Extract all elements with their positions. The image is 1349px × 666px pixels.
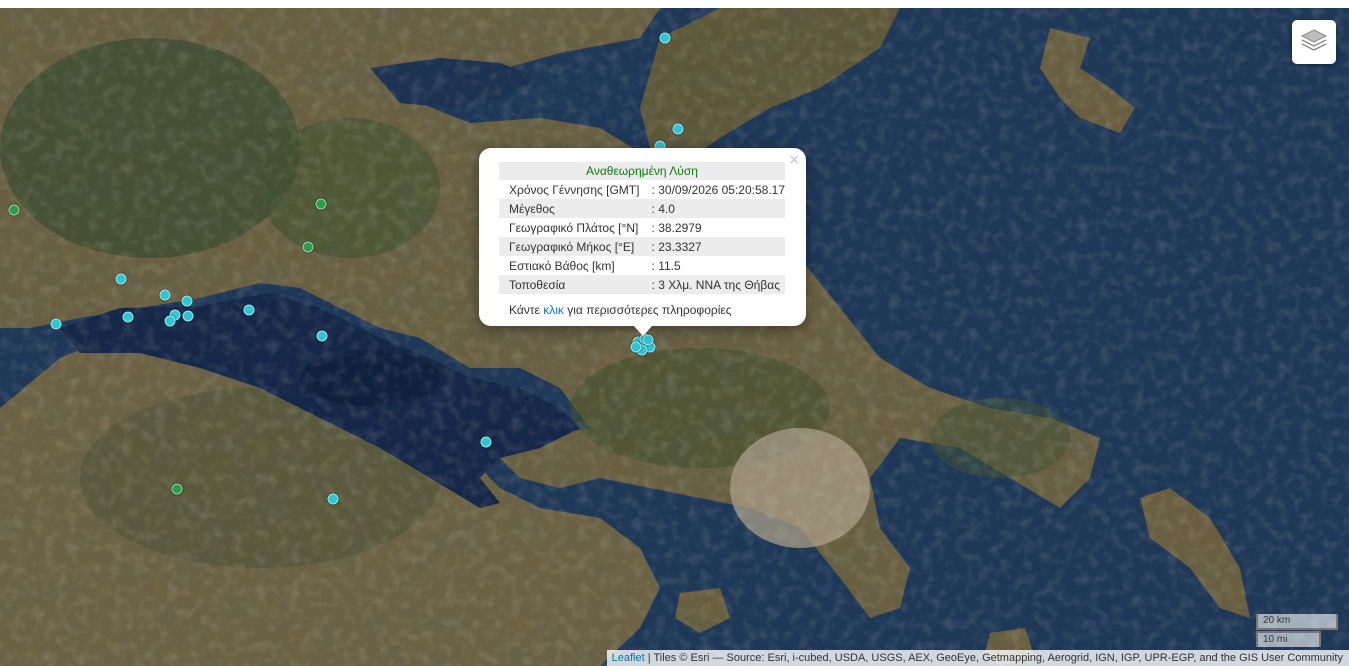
detail-label: Χρόνος Γέννησης [GMT]	[509, 182, 640, 197]
detail-value: : 4.0	[641, 199, 785, 218]
earthquake-marker[interactable]	[316, 330, 328, 342]
detail-row: Χρόνος Γέννησης [GMT] : 30/09/2026 05:20:…	[499, 180, 785, 199]
earthquake-marker[interactable]	[659, 32, 671, 44]
event-details-table: Χρόνος Γέννησης [GMT] : 30/09/2026 05:20:…	[499, 180, 785, 294]
detail-value: : 30/09/2026 05:20:58.17	[651, 182, 785, 197]
earthquake-marker[interactable]	[50, 318, 62, 330]
earthquake-marker[interactable]	[672, 123, 684, 135]
detail-value: : 3 Χλμ. ΝΝΑ της Θήβας	[641, 275, 785, 294]
earthquake-marker[interactable]	[159, 289, 171, 301]
detail-label: Γεωγραφικό Μήκος [°E]	[499, 237, 642, 256]
detail-row: Μέγεθος: 4.0	[499, 199, 785, 218]
earthquake-marker[interactable]	[315, 198, 327, 210]
earthquake-marker[interactable]	[115, 273, 127, 285]
earthquake-marker[interactable]	[8, 204, 20, 216]
earthquake-marker[interactable]	[243, 304, 255, 316]
earthquake-marker[interactable]	[181, 295, 193, 307]
earthquake-marker[interactable]	[327, 493, 339, 505]
popup-close-button[interactable]: ×	[788, 152, 800, 168]
detail-row: Γεωγραφικό Πλάτος [°N] : 38.2979	[499, 218, 785, 237]
detail-label: Γεωγραφικό Πλάτος [°N]	[509, 220, 639, 235]
detail-label: Μέγεθος	[499, 199, 642, 218]
earthquake-marker[interactable]	[630, 341, 642, 353]
satellite-basemap	[0, 8, 1349, 666]
detail-row: Εστιακό Βάθος [km] : 11.5	[499, 256, 785, 275]
leaflet-link[interactable]: Leaflet	[612, 652, 645, 664]
more-info-link[interactable]: κλικ	[543, 303, 564, 317]
detail-row: Γεωγραφικό Μήκος [°E]: 23.3327	[499, 237, 785, 256]
earthquake-marker[interactable]	[122, 311, 134, 323]
popup-footer: Κάντε κλικ για περισσότερες πληροφορίες	[509, 303, 732, 317]
detail-value: : 23.3327	[641, 237, 785, 256]
detail-value: : 38.2979	[651, 220, 702, 235]
earthquake-marker[interactable]	[182, 310, 194, 322]
scale-bar-km: 20 km	[1256, 614, 1338, 630]
detail-label: Τοποθεσία	[499, 275, 642, 294]
detail-label: Εστιακό Βάθος [km]	[509, 258, 615, 273]
popup-tip	[633, 325, 653, 336]
earthquake-marker[interactable]	[164, 315, 176, 327]
layers-icon	[1300, 27, 1328, 58]
footer-text-after: για περισσότερες πληροφορίες	[563, 303, 732, 317]
layers-control-button[interactable]	[1292, 20, 1336, 64]
scale-bar-mi: 10 mi	[1256, 631, 1321, 647]
attribution-text: | Tiles © Esri — Source: Esri, i-cubed, …	[644, 652, 1343, 664]
earthquake-marker[interactable]	[171, 483, 183, 495]
earthquake-marker[interactable]	[642, 334, 654, 346]
footer-text-before: Κάντε	[509, 303, 544, 317]
earthquake-marker[interactable]	[480, 436, 492, 448]
earthquake-popup: × Αναθεωρημένη Λύση Χρόνος Γέννησης [GMT…	[479, 148, 806, 336]
detail-row: Τοποθεσία: 3 Χλμ. ΝΝΑ της Θήβας	[499, 275, 785, 294]
map-attribution: Leaflet | Tiles © Esri — Source: Esri, i…	[606, 650, 1349, 666]
map-container[interactable]: × Αναθεωρημένη Λύση Χρόνος Γέννησης [GMT…	[0, 8, 1349, 666]
detail-value: : 11.5	[651, 258, 681, 273]
earthquake-marker[interactable]	[302, 241, 314, 253]
popup-title: Αναθεωρημένη Λύση	[499, 162, 785, 180]
